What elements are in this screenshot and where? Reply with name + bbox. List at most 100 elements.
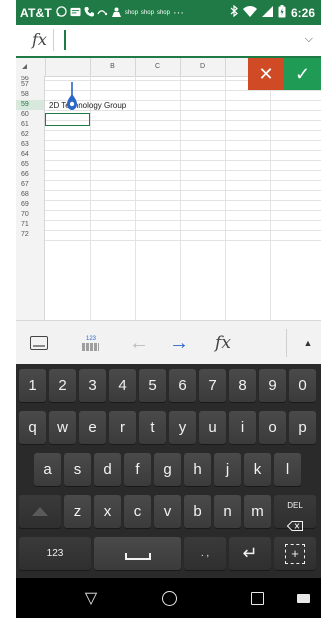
- phone-icon: [84, 6, 94, 19]
- formula-input[interactable]: [58, 28, 292, 54]
- row-gridline: [45, 90, 321, 91]
- key-q[interactable]: q: [19, 411, 46, 444]
- row-header[interactable]: 63: [16, 140, 45, 150]
- right-arrow-icon[interactable]: →: [164, 321, 194, 365]
- shift-key[interactable]: [19, 495, 61, 528]
- accept-edit-button[interactable]: ✓: [284, 58, 321, 90]
- row-header[interactable]: 70: [16, 210, 45, 220]
- key-u[interactable]: u: [199, 411, 226, 444]
- row-header[interactable]: 72: [16, 230, 45, 240]
- key-o[interactable]: o: [259, 411, 286, 444]
- key-l[interactable]: l: [274, 453, 301, 486]
- key-c[interactable]: c: [124, 495, 151, 528]
- key-z[interactable]: z: [64, 495, 91, 528]
- shop-label: shop: [156, 9, 170, 16]
- home-row: a s d f g h j k l: [16, 453, 321, 488]
- cursor-mode-key[interactable]: +: [274, 537, 316, 570]
- qwerty-row: q w e r t y u i o p: [16, 411, 321, 446]
- row-header[interactable]: 61: [16, 120, 45, 130]
- key-2[interactable]: 2: [49, 369, 76, 402]
- select-all-icon: [22, 64, 27, 69]
- left-arrow-icon[interactable]: ←: [124, 321, 154, 365]
- key-e[interactable]: e: [79, 411, 106, 444]
- column-gridline: [180, 76, 181, 320]
- space-icon: [124, 553, 151, 560]
- row-header[interactable]: 58: [16, 90, 45, 100]
- key-n[interactable]: n: [214, 495, 241, 528]
- row-header[interactable]: 64: [16, 150, 45, 160]
- column-header-d[interactable]: D: [180, 58, 226, 76]
- row-header[interactable]: 65: [16, 160, 45, 170]
- numbers-key[interactable]: 123: [19, 537, 91, 570]
- back-button[interactable]: ▽: [76, 578, 106, 618]
- recents-button[interactable]: [242, 578, 272, 618]
- select-all-corner[interactable]: [16, 58, 46, 76]
- spreadsheet-grid[interactable]: B C D 56 57 58 59 60 61 62 63 64 65 66 6…: [16, 58, 321, 320]
- punctuation-key[interactable]: . ,: [184, 537, 226, 570]
- key-a[interactable]: a: [34, 453, 61, 486]
- row-gridline: [45, 140, 321, 141]
- numeric-keypad-button[interactable]: 123: [76, 321, 106, 365]
- keyboard-icon: [296, 593, 310, 603]
- key-9[interactable]: 9: [259, 369, 286, 402]
- soft-keyboard: 1 2 3 4 5 6 7 8 9 0 q w e r t y u i o p …: [16, 364, 321, 578]
- key-h[interactable]: h: [184, 453, 211, 486]
- key-j[interactable]: j: [214, 453, 241, 486]
- key-3[interactable]: 3: [79, 369, 106, 402]
- key-w[interactable]: w: [49, 411, 76, 444]
- row-header[interactable]: 62: [16, 130, 45, 140]
- bluetooth-icon: [230, 4, 238, 20]
- space-key[interactable]: [94, 537, 181, 570]
- column-gridline: [225, 76, 226, 320]
- cancel-edit-button[interactable]: ✕: [248, 58, 284, 90]
- toolbar-divider: [286, 329, 287, 357]
- key-y[interactable]: y: [169, 411, 196, 444]
- row-header[interactable]: 68: [16, 190, 45, 200]
- column-header-a[interactable]: [45, 58, 91, 76]
- expand-up-icon[interactable]: ▲: [298, 321, 318, 365]
- key-5[interactable]: 5: [139, 369, 166, 402]
- key-8[interactable]: 8: [229, 369, 256, 402]
- key-i[interactable]: i: [229, 411, 256, 444]
- home-button[interactable]: [154, 578, 184, 618]
- key-d[interactable]: d: [94, 453, 121, 486]
- key-p[interactable]: p: [289, 411, 316, 444]
- enter-key[interactable]: ↵: [229, 537, 271, 570]
- cell-a58[interactable]: 2D Technology Group: [49, 101, 126, 110]
- key-r[interactable]: r: [109, 411, 136, 444]
- column-header-c[interactable]: C: [135, 58, 181, 76]
- key-s[interactable]: s: [64, 453, 91, 486]
- row-header[interactable]: 57: [16, 80, 45, 90]
- key-7[interactable]: 7: [199, 369, 226, 402]
- key-6[interactable]: 6: [169, 369, 196, 402]
- row-header[interactable]: 69: [16, 200, 45, 210]
- bottom-letter-row: z x c v b n m DEL: [16, 495, 321, 531]
- key-k[interactable]: k: [244, 453, 271, 486]
- row-header[interactable]: 60: [16, 110, 45, 120]
- keyboard-toggle-button[interactable]: [24, 321, 54, 365]
- delete-key[interactable]: DEL: [274, 495, 316, 531]
- chevron-down-icon[interactable]: ⌵: [305, 33, 313, 46]
- column-header-b[interactable]: B: [90, 58, 136, 76]
- row-header[interactable]: 66: [16, 170, 45, 180]
- key-x[interactable]: x: [94, 495, 121, 528]
- row-header[interactable]: 67: [16, 180, 45, 190]
- key-t[interactable]: t: [139, 411, 166, 444]
- key-1[interactable]: 1: [19, 369, 46, 402]
- key-b[interactable]: b: [184, 495, 211, 528]
- keyboard-switch-button[interactable]: [288, 578, 318, 618]
- active-cell-a59[interactable]: [45, 113, 90, 126]
- key-g[interactable]: g: [154, 453, 181, 486]
- key-f[interactable]: f: [124, 453, 151, 486]
- insert-function-button[interactable]: fx: [208, 321, 238, 365]
- key-m[interactable]: m: [244, 495, 271, 528]
- formula-bar: fx ⌵: [16, 25, 321, 58]
- row-header-filler: [16, 240, 45, 320]
- selection-handle[interactable]: [67, 82, 77, 112]
- row-header[interactable]: 71: [16, 220, 45, 230]
- key-4[interactable]: 4: [109, 369, 136, 402]
- key-0[interactable]: 0: [289, 369, 316, 402]
- function-row: 123 . , ↵ +: [16, 537, 321, 572]
- key-v[interactable]: v: [154, 495, 181, 528]
- row-header-selected[interactable]: 59: [16, 100, 45, 110]
